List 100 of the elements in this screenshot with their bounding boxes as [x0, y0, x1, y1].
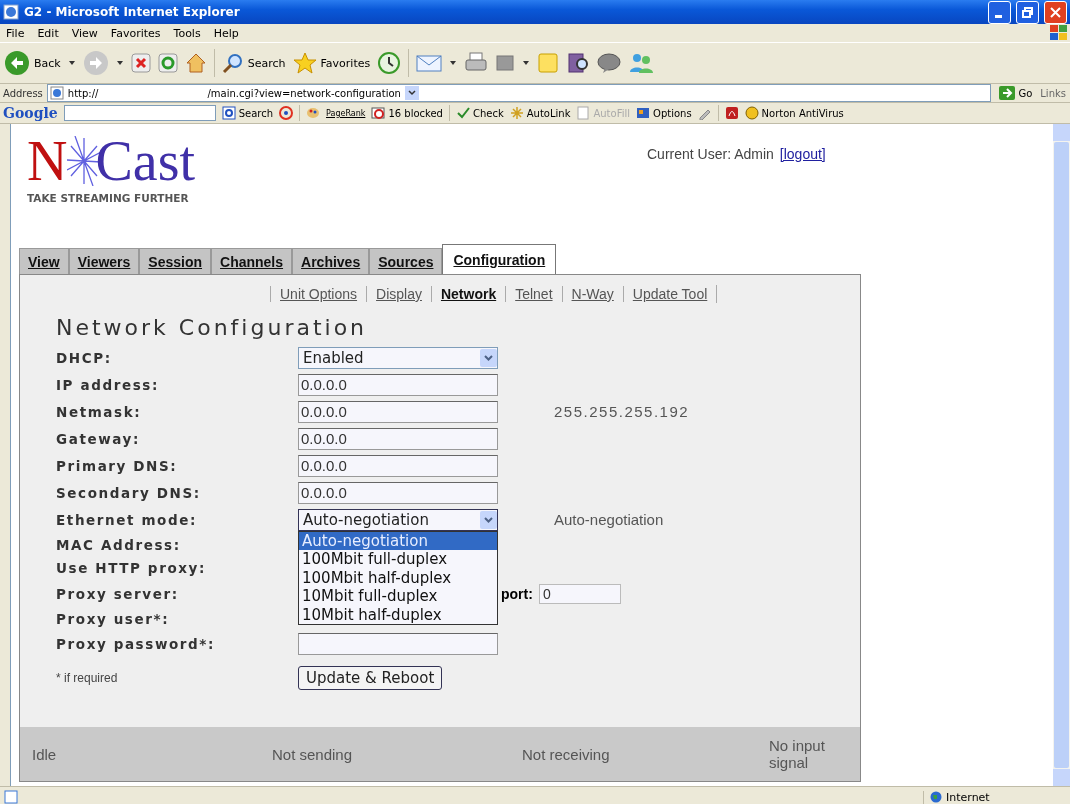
menu-item[interactable]: Tools	[173, 26, 201, 40]
nav-tab[interactable]: Channels	[211, 248, 293, 274]
acrobat-icon[interactable]	[724, 106, 739, 120]
logo-wordmark: Cast	[95, 136, 195, 186]
logout-link[interactable]: [logout]	[779, 146, 826, 162]
back-button[interactable]: Back	[4, 50, 61, 76]
speech-bubble-icon[interactable]	[597, 52, 622, 74]
caret-icon[interactable]	[115, 60, 124, 66]
search-field[interactable]	[63, 105, 216, 121]
menu-item[interactable]: View	[71, 26, 98, 40]
nav-tab[interactable]: View	[19, 248, 69, 274]
minimize-button[interactable]	[988, 0, 1011, 24]
value-readout: 255.255.255.192	[554, 403, 690, 420]
status-text: Not sending	[272, 745, 354, 763]
autolink-button[interactable]: AutoLink	[509, 106, 571, 120]
dropdown-field[interactable]: Auto-negotiation	[298, 508, 498, 531]
close-icon	[1050, 6, 1061, 18]
sub-tab[interactable]: Display	[366, 286, 431, 302]
globe-icon	[930, 791, 942, 803]
sub-tab[interactable]: Unit Options	[270, 286, 367, 302]
scrollbar-thumb[interactable]	[1054, 142, 1069, 768]
nav-tab[interactable]: Viewers	[68, 248, 140, 274]
search-icon	[221, 106, 236, 120]
envelope-icon[interactable]	[416, 53, 443, 73]
blocked-button[interactable]: 16 blocked	[371, 106, 443, 120]
go-button[interactable]: Go	[995, 86, 1037, 100]
favorites-button[interactable]: Favorites	[292, 52, 371, 74]
text-field[interactable]: 0.0.0.0	[298, 481, 498, 504]
book-icon[interactable]	[566, 51, 591, 75]
window-icon	[3, 4, 19, 20]
square-icon[interactable]	[495, 53, 516, 73]
popup-blocker-icon	[371, 106, 386, 120]
field-label: Proxy user*:	[56, 610, 171, 627]
home-icon[interactable]	[184, 52, 207, 74]
field-label: MAC Address:	[56, 536, 182, 553]
field-label: Proxy server:	[56, 585, 180, 602]
sub-tab[interactable]: Update Tool	[622, 286, 717, 302]
people-icon[interactable]	[628, 52, 655, 74]
paint-palette-icon[interactable]	[306, 106, 320, 120]
text-field[interactable]: 0.0.0.0	[298, 427, 498, 450]
menu-item[interactable]: Help	[213, 26, 239, 40]
dropdown-option[interactable]: 10Mbit half-duplex	[299, 605, 497, 624]
update-reboot-button[interactable]: Update & Reboot	[298, 665, 443, 690]
text-field[interactable]: 0.0.0.0	[298, 400, 498, 423]
dropdown-option[interactable]: 100Mbit full-duplex	[299, 550, 497, 569]
form-icon	[576, 106, 591, 120]
address-label: Address	[3, 87, 43, 99]
sub-tab[interactable]: Telnet	[505, 286, 562, 302]
status-text: No input signal	[769, 737, 826, 771]
nav-tab[interactable]: Configuration	[442, 244, 557, 274]
clock-icon[interactable]	[377, 51, 402, 75]
caret-icon[interactable]	[67, 60, 76, 66]
address-field[interactable]: http:// /main.cgi?view=network-configuration	[46, 84, 992, 102]
logo-letter: N	[27, 136, 68, 186]
text-field[interactable]: 0.0.0.0	[298, 454, 498, 477]
windows-flag-icon	[1048, 24, 1070, 42]
check-button[interactable]: Check	[455, 106, 504, 120]
nav-tab[interactable]: Archives	[292, 248, 370, 274]
sub-tab[interactable]: Network	[430, 286, 506, 302]
text-field[interactable]	[298, 633, 498, 655]
status-text: Idle	[32, 745, 58, 763]
dropdown-option[interactable]: 10Mbit full-duplex	[299, 587, 497, 606]
port-field[interactable]: 0	[538, 583, 621, 604]
printer-icon[interactable]	[464, 52, 489, 74]
dropdown-field[interactable]: Enabled	[298, 346, 498, 369]
google-menu[interactable]: Google	[3, 105, 58, 121]
search-button[interactable]: Search	[221, 106, 273, 120]
menu-item[interactable]: Edit	[37, 26, 59, 40]
page-heading: Network Configuration	[56, 315, 369, 340]
dropdown-option[interactable]: 100Mbit half-duplex	[299, 568, 497, 587]
field-label: Ethernet mode:	[56, 511, 198, 528]
caret-icon[interactable]	[522, 60, 531, 66]
pagerank-meter: PageRank	[326, 108, 366, 118]
links-button[interactable]: Links	[1040, 87, 1070, 99]
caret-icon[interactable]	[449, 60, 458, 66]
restore-icon	[1022, 6, 1033, 18]
options-button[interactable]: Options	[636, 106, 692, 120]
search-button[interactable]: Search	[221, 52, 286, 74]
field-label: Gateway:	[56, 430, 141, 447]
dropdown-list[interactable]: Auto-negotiation 100Mbit full-duplex 100Mbit half-duplex 10Mbit full-duplex 10Mbit half-duplex	[298, 530, 498, 625]
stop-icon[interactable]	[130, 53, 151, 73]
refresh-icon[interactable]	[157, 53, 178, 73]
url-scheme: http://	[67, 87, 99, 99]
maximize-button[interactable]	[1016, 0, 1039, 24]
nav-tab[interactable]: Session	[139, 248, 212, 274]
close-button[interactable]	[1044, 0, 1067, 24]
value-readout: Auto-negotiation	[554, 511, 664, 528]
norton-button[interactable]: Norton AntiVirus	[744, 106, 844, 120]
sub-tab[interactable]: N-Way	[561, 286, 623, 302]
field-label: Primary DNS:	[56, 457, 179, 474]
dropdown-option[interactable]: Auto-negotiation	[299, 531, 497, 550]
text-field[interactable]: 0.0.0.0	[298, 373, 498, 396]
menu-item[interactable]: File	[6, 26, 25, 40]
field-label: Proxy password*:	[56, 636, 216, 652]
checkmark-icon	[455, 106, 470, 120]
menu-item[interactable]: Favorites	[110, 26, 161, 40]
nav-tab[interactable]: Sources	[369, 248, 443, 274]
minimize-icon	[995, 14, 1002, 18]
page-globe-icon	[49, 86, 64, 100]
current-user-label: Current User: Admin	[647, 146, 774, 162]
